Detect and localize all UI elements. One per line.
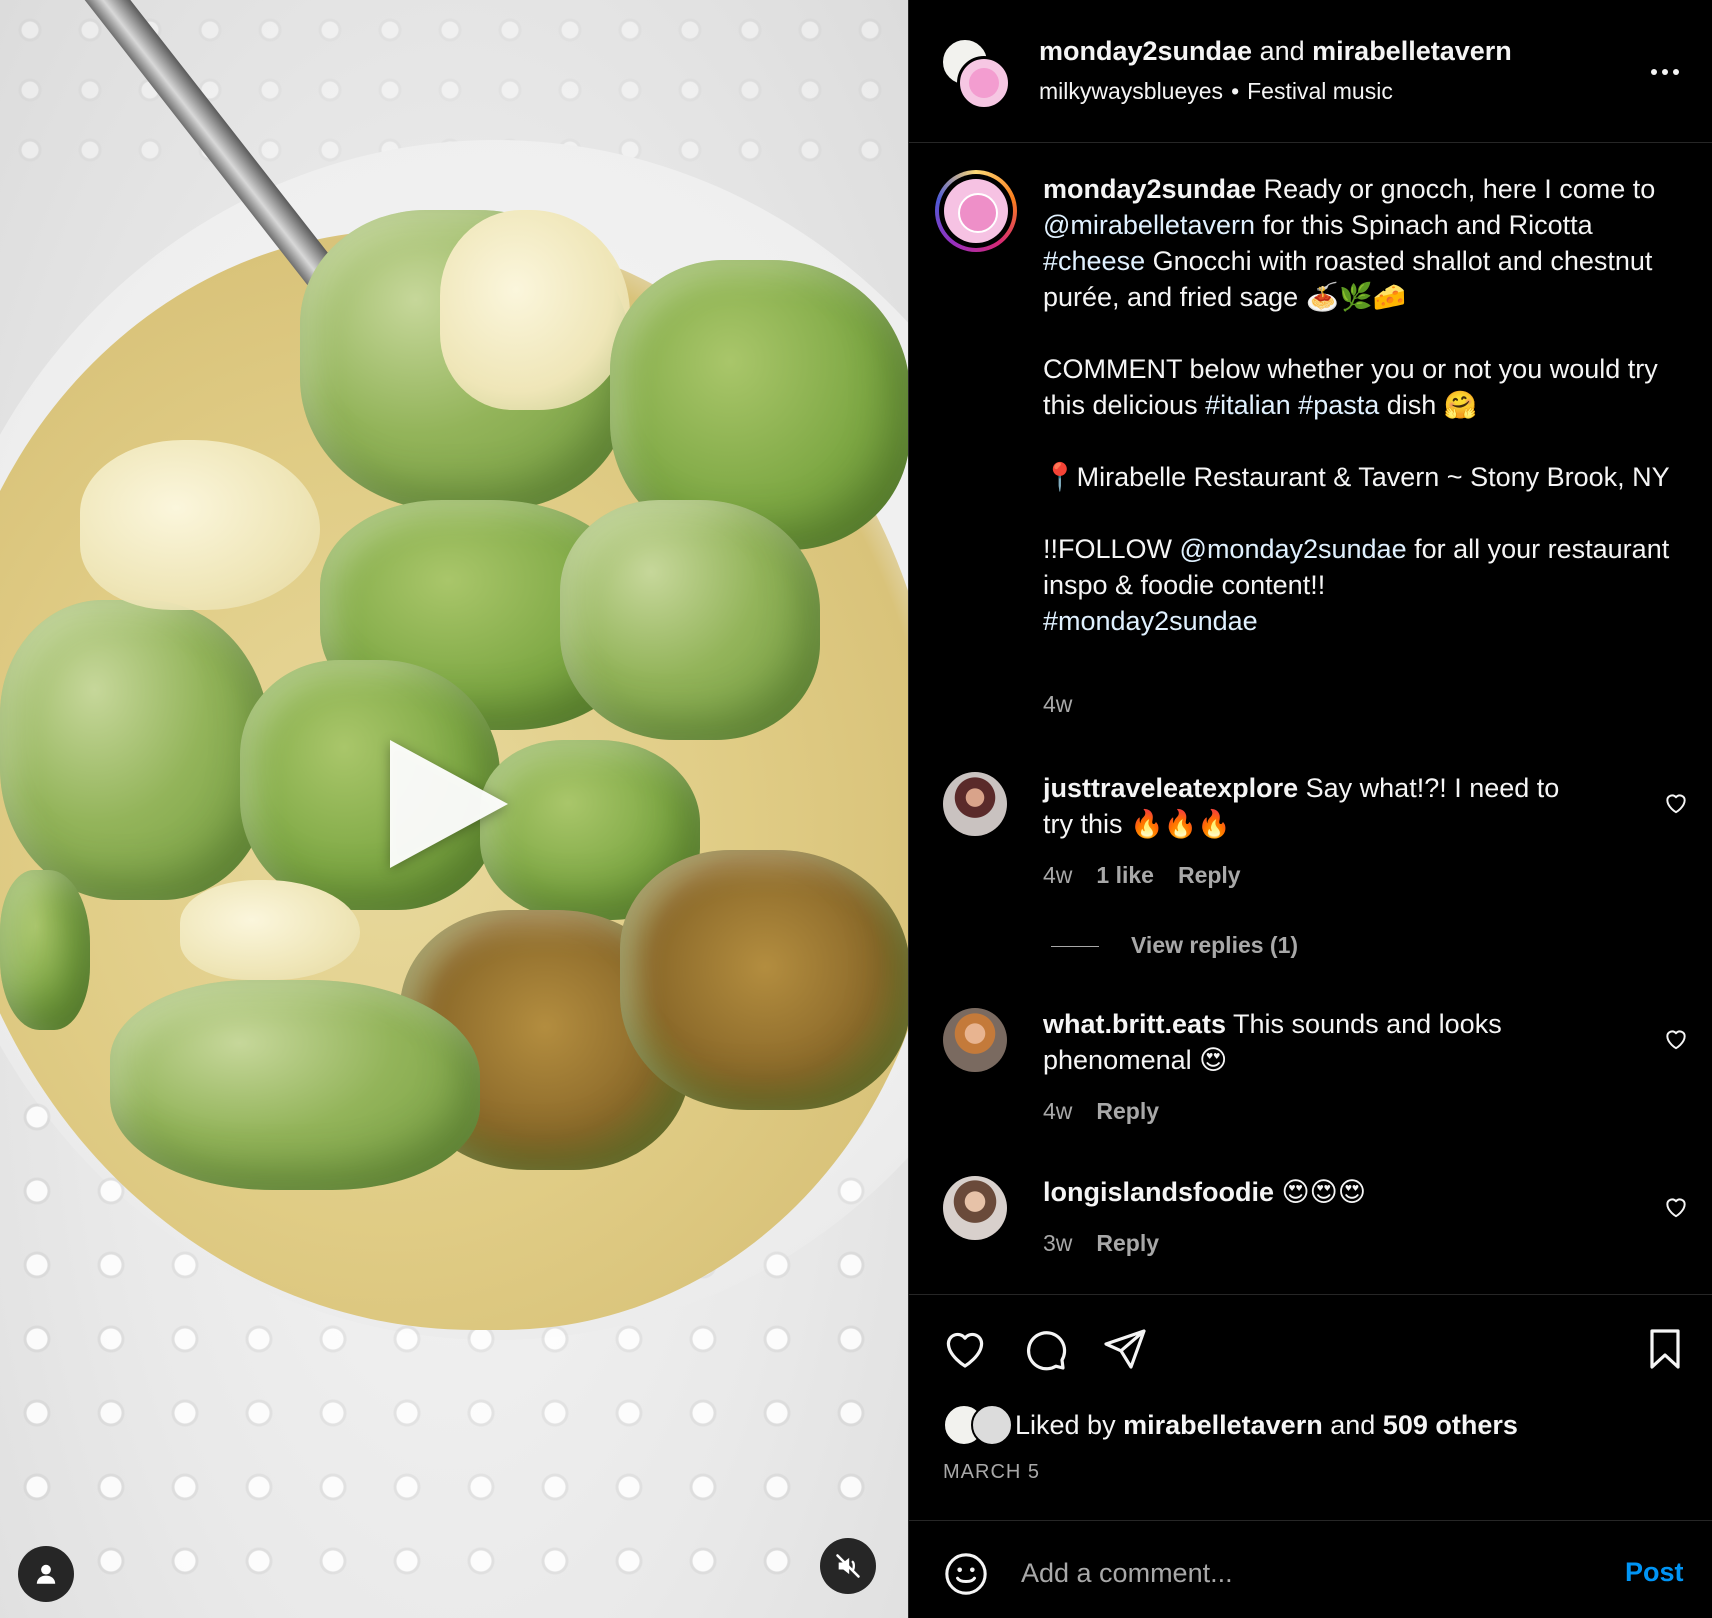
gnocchi-piece: [620, 850, 908, 1110]
comment-bubble-icon[interactable]: [1021, 1325, 1069, 1373]
hashtag-link[interactable]: #pasta: [1298, 390, 1379, 420]
add-comment-bar: Post: [909, 1520, 1712, 1618]
caption-fragment: !!FOLLOW: [1043, 534, 1180, 564]
likes-summary: Liked by mirabelletavern and 509 others: [943, 1403, 1518, 1447]
avatar: [957, 56, 1011, 110]
gnocchi-piece: [0, 870, 90, 1030]
likes-prefix: Liked by: [1015, 1409, 1116, 1440]
comment-time[interactable]: 3w: [1043, 1230, 1072, 1256]
comment-username[interactable]: what.britt.eats: [1043, 1009, 1226, 1039]
comment-meta: 4w 1 like Reply: [1043, 862, 1265, 889]
hashtag-link[interactable]: #italian: [1205, 390, 1291, 420]
caption-fragment: dish 🤗: [1379, 390, 1478, 420]
heart-icon[interactable]: [941, 1325, 989, 1373]
view-replies-button[interactable]: View replies (1): [1051, 932, 1298, 959]
person-icon[interactable]: [18, 1546, 74, 1602]
likes-text: Liked by mirabelletavern and 509 others: [1015, 1410, 1518, 1441]
comment-likes[interactable]: 1 like: [1096, 862, 1154, 888]
post-comment-button[interactable]: Post: [1625, 1557, 1684, 1588]
avatar[interactable]: [943, 1008, 1007, 1072]
comment-meta: 4w Reply: [1043, 1098, 1183, 1125]
post-side-panel: monday2sundae and mirabelletavern milkyw…: [908, 0, 1712, 1618]
post-date[interactable]: MARCH 5: [943, 1461, 1040, 1484]
comment-input[interactable]: [1021, 1547, 1541, 1599]
cheese-melt: [180, 880, 360, 980]
gnocchi-piece: [0, 600, 270, 900]
avatar[interactable]: [943, 1176, 1007, 1240]
play-icon[interactable]: [390, 740, 508, 868]
gnocchi-piece: [560, 500, 820, 740]
caption-fragment: Ready or gnocch, here I come to: [1263, 174, 1656, 204]
post-video[interactable]: [0, 0, 908, 1618]
post-authors: monday2sundae and mirabelletavern: [1039, 36, 1512, 67]
audio-info: milkywaysblueyes • Festival music: [1039, 78, 1393, 105]
avatar[interactable]: [943, 772, 1007, 836]
reply-button[interactable]: Reply: [1178, 862, 1241, 888]
post-header: monday2sundae and mirabelletavern milkyw…: [909, 0, 1712, 143]
bookmark-icon[interactable]: [1641, 1325, 1689, 1373]
caption-fragment: for this Spinach and Ricotta: [1255, 210, 1593, 240]
likes-others-link[interactable]: 509 others: [1383, 1410, 1518, 1440]
speaker-muted-icon[interactable]: [820, 1538, 876, 1594]
comment-text: longislandsfoodie 😍😍😍: [1043, 1174, 1563, 1210]
view-replies-label: View replies (1): [1131, 932, 1299, 958]
caption-text: monday2sundae Ready or gnocch, here I co…: [1043, 171, 1683, 639]
authors-joiner: and: [1259, 36, 1305, 66]
comment-text: justtraveleatexplore Say what!?! I need …: [1043, 770, 1563, 842]
liker-username[interactable]: mirabelletavern: [1123, 1410, 1323, 1440]
likes-joiner: and: [1330, 1409, 1376, 1440]
avatar: [971, 1404, 1013, 1446]
caption-author[interactable]: monday2sundae: [1043, 174, 1256, 204]
hashtag-link[interactable]: #monday2sundae: [1043, 606, 1258, 636]
author-username[interactable]: monday2sundae: [1039, 36, 1252, 66]
audio-user[interactable]: milkywaysblueyes: [1039, 78, 1223, 104]
comment-time[interactable]: 4w: [1043, 1098, 1072, 1124]
heart-icon[interactable]: [1663, 1194, 1689, 1220]
comment-username[interactable]: longislandsfoodie: [1043, 1177, 1274, 1207]
caption-location: 📍Mirabelle Restaurant & Tavern ~ Stony B…: [1043, 462, 1670, 492]
audio-separator: •: [1231, 78, 1240, 104]
comment-text: what.britt.eats This sounds and looks ph…: [1043, 1006, 1563, 1078]
collab-avatars[interactable]: [941, 38, 1013, 110]
heart-icon[interactable]: [1663, 1026, 1689, 1052]
collaborator-username[interactable]: mirabelletavern: [1312, 36, 1512, 66]
caption-timestamp[interactable]: 4w: [1043, 691, 1072, 718]
emoji-smile-icon[interactable]: [943, 1551, 989, 1597]
avatar[interactable]: [935, 170, 1017, 252]
more-horizontal-icon[interactable]: [1643, 54, 1687, 90]
comment-body: 😍😍😍: [1281, 1177, 1366, 1207]
comment-username[interactable]: justtraveleatexplore: [1043, 773, 1298, 803]
liker-avatars[interactable]: [943, 1404, 1015, 1446]
hashtag-link[interactable]: #cheese: [1043, 246, 1145, 276]
paper-plane-icon[interactable]: [1101, 1325, 1149, 1373]
audio-track[interactable]: Festival music: [1247, 78, 1393, 104]
gnocchi-piece: [110, 980, 480, 1190]
mention-link[interactable]: @monday2sundae: [1180, 534, 1407, 564]
reply-button[interactable]: Reply: [1096, 1098, 1159, 1124]
comment-time[interactable]: 4w: [1043, 862, 1072, 888]
comment-meta: 3w Reply: [1043, 1230, 1183, 1257]
mention-link[interactable]: @mirabelletavern: [1043, 210, 1255, 240]
reply-button[interactable]: Reply: [1096, 1230, 1159, 1256]
heart-icon[interactable]: [1663, 790, 1689, 816]
post-actions: Liked by mirabelletavern and 509 others …: [909, 1294, 1712, 1520]
